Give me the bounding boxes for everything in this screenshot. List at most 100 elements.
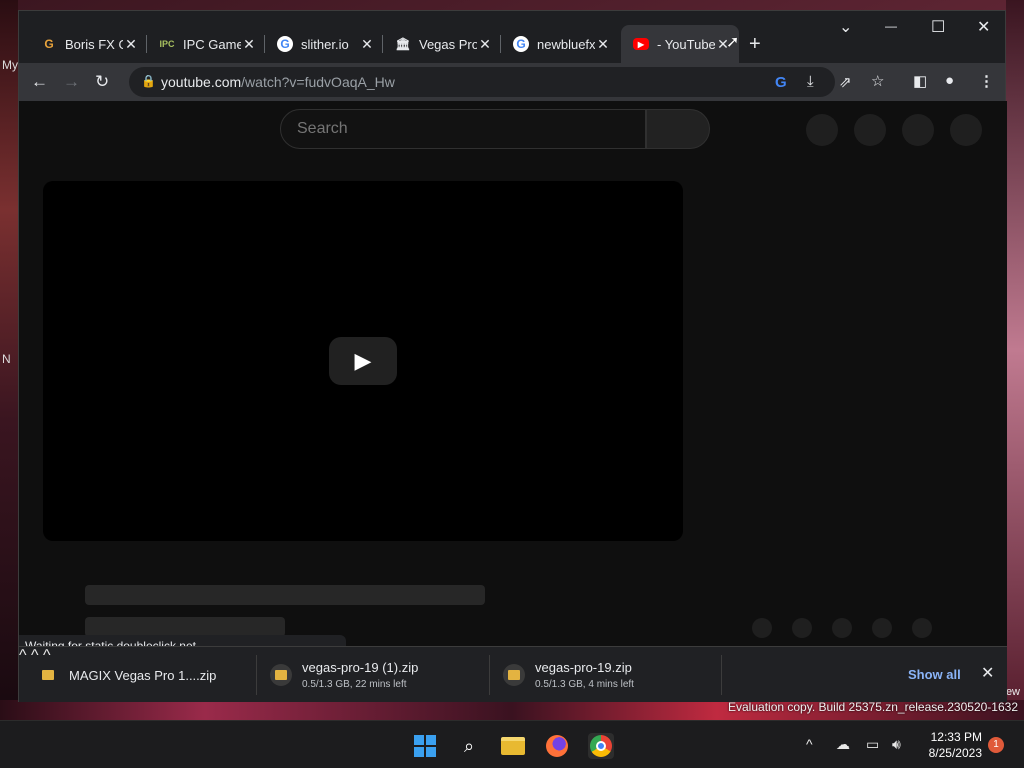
download-item[interactable]: vegas-pro-19 (1).zip 0.5/1.3 GB, 22 mins… (270, 653, 460, 697)
tab-youtube[interactable]: ▶ - YouTube ✕ (621, 25, 739, 63)
maximize-button[interactable]: ☐ (931, 17, 945, 37)
download-options-chevron-icon[interactable]: ^ (19, 647, 27, 664)
download-name: vegas-pro-19.zip (535, 660, 632, 675)
url-text[interactable]: youtube.com/watch?v=fudvOaqA_Hw (161, 74, 395, 90)
network-icon[interactable]: ▭ (866, 736, 879, 753)
clock-date: 8/25/2023 (928, 746, 982, 760)
clock[interactable]: 12:33 PM 8/25/2023 (920, 729, 982, 761)
search-button[interactable] (646, 109, 710, 149)
evaluation-watermark: Evaluation copy. Build 25375.zn_release.… (728, 700, 1018, 714)
desktop-left-edge: My N (0, 0, 18, 700)
tab-close-icon[interactable]: ✕ (241, 36, 257, 53)
lock-icon[interactable]: 🔒 (141, 74, 156, 88)
tab-close-icon[interactable]: ✕ (123, 36, 139, 53)
placeholder-dot (912, 618, 932, 638)
forward-button[interactable]: → (63, 72, 80, 92)
search-input[interactable] (281, 110, 645, 148)
placeholder-dot (872, 618, 892, 638)
notification-badge[interactable]: 1 (988, 737, 1004, 753)
bookmark-star-icon[interactable]: ☆ (871, 72, 884, 90)
volume-icon[interactable]: 🔊︎ (892, 736, 901, 753)
download-separator (721, 655, 722, 695)
back-button[interactable]: ← (31, 72, 48, 92)
placeholder-circle (902, 114, 934, 146)
onedrive-icon[interactable]: ☁ (836, 736, 850, 753)
youtube-favicon-icon: ▶ (633, 38, 649, 50)
browser-toolbar: ← → ↻ 🔒 youtube.com/watch?v=fudvOaqA_Hw … (19, 63, 1005, 101)
download-shelf: MAGIX Vegas Pro 1....zip ^ vegas-pro-19 … (19, 646, 1007, 702)
museum-favicon-icon: 🏛 (395, 37, 411, 51)
placeholder-dot (832, 618, 852, 638)
zip-folder-icon (503, 664, 525, 686)
desktop-icon-label[interactable]: N (2, 352, 11, 366)
tab-close-icon[interactable]: ✕ (595, 36, 611, 53)
play-button[interactable]: ▶ (329, 337, 397, 385)
google-favicon-icon: G (513, 36, 529, 52)
download-separator (489, 655, 490, 695)
download-item[interactable]: vegas-pro-19.zip 0.5/1.3 GB, 4 mins left (503, 653, 693, 697)
chrome-taskbar-icon[interactable] (588, 733, 614, 759)
tab-slither[interactable]: G slither.io ✕ (265, 25, 383, 63)
minimize-button[interactable]: — (885, 19, 897, 33)
desktop-text-fragment: ew (1005, 686, 1020, 698)
tab-title: - YouTube (657, 36, 715, 52)
firefox-icon[interactable] (544, 733, 570, 759)
download-item[interactable]: MAGIX Vegas Pro 1....zip (37, 653, 237, 697)
show-all-downloads-link[interactable]: Show all (908, 667, 961, 682)
youtube-search-box[interactable] (280, 109, 646, 149)
profile-icon[interactable]: ● (945, 72, 954, 89)
tab-title: Boris FX G (65, 36, 123, 52)
tab-close-icon[interactable]: ✕ (477, 36, 493, 53)
address-bar[interactable]: 🔒 youtube.com/watch?v=fudvOaqA_Hw G ⤓ ⇗ … (129, 67, 884, 97)
install-app-icon[interactable]: ⤓ (807, 73, 814, 90)
google-favicon-icon: G (277, 36, 293, 52)
youtube-page: ▶ Waiting for static.doubleclick.net... (19, 101, 1007, 657)
download-separator (256, 655, 257, 695)
tab-title: IPC Games (183, 36, 241, 52)
start-button[interactable] (412, 733, 438, 759)
side-panel-icon[interactable]: ◧ (913, 72, 927, 90)
tab-close-icon[interactable]: ✕ (359, 36, 375, 53)
tab-strip: G Boris FX G ✕ IPC IPC Games ✕ G slither… (19, 11, 1005, 63)
tab-title: Vegas Pro (419, 36, 477, 52)
zip-folder-icon (37, 664, 59, 686)
tab-ipc-games[interactable]: IPC IPC Games ✕ (147, 25, 265, 63)
tab-vegas-pro[interactable]: 🏛 Vegas Pro ✕ (383, 25, 501, 63)
download-name: MAGIX Vegas Pro 1....zip (69, 667, 217, 683)
google-lens-icon[interactable]: G (775, 74, 787, 91)
chrome-menu-icon[interactable]: ⋮ (979, 72, 994, 90)
share-icon[interactable]: ⇗ (839, 73, 852, 91)
clock-time: 12:33 PM (930, 730, 982, 744)
url-path: /watch?v=fudvOaqA_Hw (241, 74, 395, 90)
tab-boris-fx[interactable]: G Boris FX G ✕ (29, 25, 147, 63)
download-progress-text: 0.5/1.3 GB, 4 mins left (535, 679, 634, 690)
play-icon: ▶ (354, 348, 372, 373)
reload-button[interactable]: ↻ (95, 72, 109, 92)
placeholder-circle (950, 114, 982, 146)
file-explorer-icon[interactable] (500, 733, 526, 759)
search-icon[interactable]: ⌕ (456, 733, 482, 759)
tab-search-icon[interactable]: ⌄ (839, 17, 852, 37)
tab-title: newbluefx (537, 36, 595, 52)
show-hidden-icons-chevron-icon[interactable]: ^ (806, 736, 813, 752)
desktop-icon-label[interactable]: My (2, 58, 18, 72)
ipc-games-favicon-icon: IPC (159, 39, 175, 49)
placeholder-dot (792, 618, 812, 638)
windows-taskbar: ⌕ ^ ☁ ▭ 🔊︎ 12:33 PM 8/25/2023 1 (0, 720, 1024, 768)
mouse-cursor-icon: ➚ (726, 34, 740, 51)
download-name: vegas-pro-19 (1).zip (302, 660, 419, 675)
windows-logo-icon (414, 735, 436, 757)
placeholder-circle (854, 114, 886, 146)
subtitle-placeholder-bar (85, 617, 285, 637)
tab-newbluefx[interactable]: G newbluefx ✕ (501, 25, 619, 63)
close-download-shelf-button[interactable]: ✕ (981, 663, 994, 683)
download-progress-text: 0.5/1.3 GB, 22 mins left (302, 679, 407, 690)
title-placeholder-bar (85, 585, 485, 605)
url-host: youtube.com (161, 74, 242, 90)
desktop-right-edge (1006, 0, 1024, 700)
boris-fx-favicon-icon: G (44, 37, 54, 51)
close-window-button[interactable]: ✕ (977, 17, 990, 37)
new-tab-button[interactable]: + (749, 33, 761, 56)
video-player[interactable]: ▶ (43, 181, 683, 541)
chrome-window: G Boris FX G ✕ IPC IPC Games ✕ G slither… (18, 10, 1007, 702)
